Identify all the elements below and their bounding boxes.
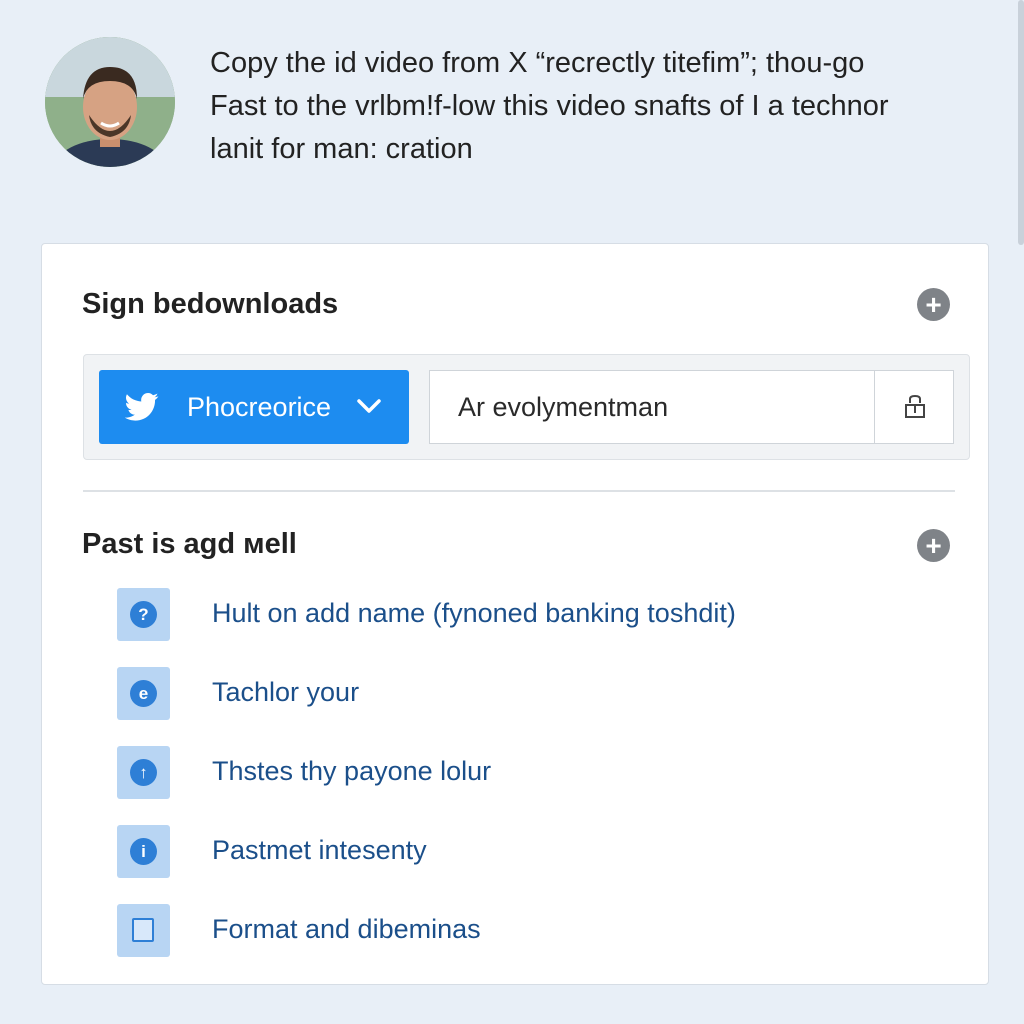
paste-button[interactable] <box>874 370 954 444</box>
chevron-down-icon <box>357 399 381 413</box>
section-divider <box>83 490 955 492</box>
message-text: Copy the id video from X “recrectly tite… <box>210 42 990 171</box>
twitter-bird-icon <box>125 392 159 421</box>
list-item-label: Format and dibeminas <box>212 914 481 944</box>
video-url-input[interactable]: Ar evolymentman <box>429 370 874 444</box>
platform-label: Phocreorice <box>187 392 332 422</box>
download-card: Sign bedownloads + Phocreorice Ar evolym… <box>41 243 989 985</box>
downloads-section-title: Sign bedownloads <box>82 288 339 320</box>
list-item[interactable]: Format and dibeminas <box>117 904 897 958</box>
paste-section-title: Past is agd мell <box>82 528 297 560</box>
help-glyph: ? <box>130 601 157 628</box>
platform-dropdown[interactable]: Phocreorice <box>99 370 409 444</box>
help-icon: ? <box>117 588 170 641</box>
message-line: lanit for man: cration <box>210 133 473 165</box>
user-avatar-image <box>45 37 175 167</box>
list-item-label: Thstes thy payone lolur <box>212 756 492 786</box>
message-header: Copy the id video from X “recrectly tite… <box>0 0 1024 200</box>
list-item-label: Pastmet intesenty <box>212 835 427 865</box>
clipboard-icon <box>905 394 925 418</box>
upload-glyph: ↑ <box>130 759 157 786</box>
message-line: Copy the id video from X “recrectly tite… <box>210 47 865 79</box>
scrollbar[interactable] <box>1018 0 1024 245</box>
document-glyph <box>132 918 154 942</box>
list-item-label: Hult on add name (fynoned banking toshdi… <box>212 598 736 628</box>
document-icon <box>117 904 170 957</box>
add-paste-button[interactable]: + <box>917 529 950 562</box>
info-icon: i <box>117 825 170 878</box>
upload-icon: ↑ <box>117 746 170 799</box>
list-item[interactable]: e Tachlor your <box>117 667 897 721</box>
plus-icon: + <box>925 289 942 320</box>
user-glyph: e <box>130 680 157 707</box>
avatar <box>45 37 175 167</box>
message-line: Fast to the vrlbm!f-low this video snaft… <box>210 90 889 122</box>
list-item-label: Tachlor your <box>212 677 360 707</box>
list-item[interactable]: i Pastmet intesenty <box>117 825 897 879</box>
plus-icon: + <box>925 530 942 561</box>
add-download-button[interactable]: + <box>917 288 950 321</box>
list-item[interactable]: ↑ Thstes thy payone lolur <box>117 746 897 800</box>
info-glyph: i <box>130 838 157 865</box>
user-icon: e <box>117 667 170 720</box>
list-item[interactable]: ? Hult on add name (fynoned banking tosh… <box>117 588 897 642</box>
download-toolbar: Phocreorice Ar evolymentman <box>83 354 970 460</box>
